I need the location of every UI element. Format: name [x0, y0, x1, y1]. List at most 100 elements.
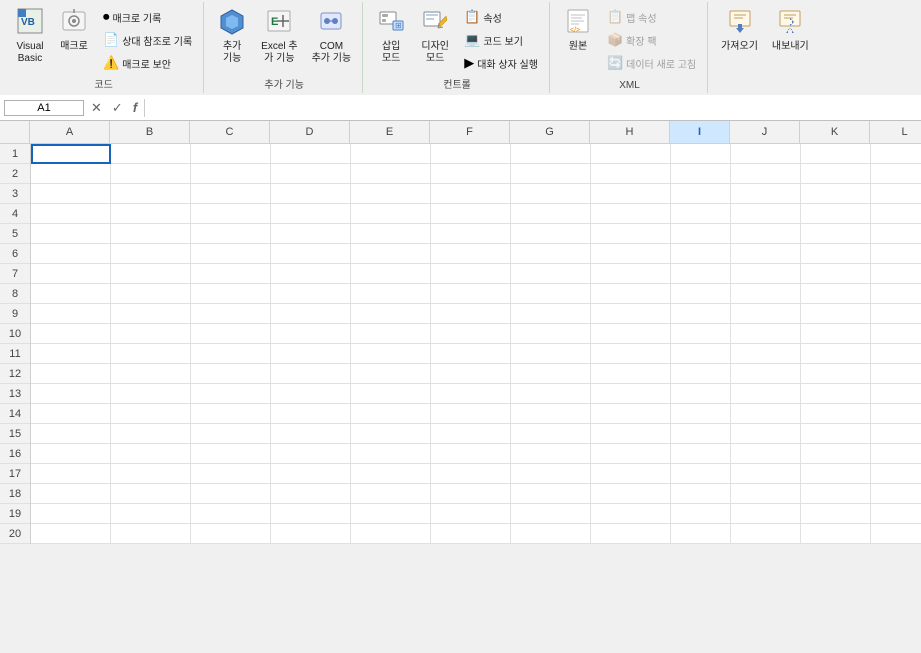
excel-add-button[interactable]: E Excel 추 가 기능	[256, 4, 302, 68]
cell-H7[interactable]	[591, 264, 671, 284]
cell-F4[interactable]	[431, 204, 511, 224]
row-header-8[interactable]: 8	[0, 284, 30, 304]
cell-G16[interactable]	[511, 444, 591, 464]
cell-F12[interactable]	[431, 364, 511, 384]
cell-C12[interactable]	[191, 364, 271, 384]
cell-D4[interactable]	[271, 204, 351, 224]
cell-C8[interactable]	[191, 284, 271, 304]
row-header-6[interactable]: 6	[0, 244, 30, 264]
cell-K3[interactable]	[801, 184, 871, 204]
cell-G19[interactable]	[511, 504, 591, 524]
cell-G4[interactable]	[511, 204, 591, 224]
cell-B3[interactable]	[111, 184, 191, 204]
cell-D6[interactable]	[271, 244, 351, 264]
properties-button[interactable]: 📋 속성	[459, 6, 543, 28]
cell-C10[interactable]	[191, 324, 271, 344]
cell-J12[interactable]	[731, 364, 801, 384]
cell-I11[interactable]	[671, 344, 731, 364]
cell-I10[interactable]	[671, 324, 731, 344]
cell-E6[interactable]	[351, 244, 431, 264]
cell-F6[interactable]	[431, 244, 511, 264]
cell-K12[interactable]	[801, 364, 871, 384]
cell-K7[interactable]	[801, 264, 871, 284]
cell-G14[interactable]	[511, 404, 591, 424]
cell-E1[interactable]	[351, 144, 431, 164]
col-header-c[interactable]: C	[190, 121, 270, 143]
cell-B20[interactable]	[111, 524, 191, 544]
cell-B8[interactable]	[111, 284, 191, 304]
cell-I16[interactable]	[671, 444, 731, 464]
cell-B6[interactable]	[111, 244, 191, 264]
cell-E3[interactable]	[351, 184, 431, 204]
cell-A4[interactable]	[31, 204, 111, 224]
cell-F16[interactable]	[431, 444, 511, 464]
row-header-3[interactable]: 3	[0, 184, 30, 204]
com-add-button[interactable]: COM추가 기능	[307, 4, 357, 68]
row-header-18[interactable]: 18	[0, 484, 30, 504]
confirm-button[interactable]: ✓	[109, 99, 126, 117]
row-header-1[interactable]: 1	[0, 144, 30, 164]
cell-A20[interactable]	[31, 524, 111, 544]
cell-D14[interactable]	[271, 404, 351, 424]
cell-B1[interactable]	[111, 144, 191, 164]
cell-J8[interactable]	[731, 284, 801, 304]
cell-K14[interactable]	[801, 404, 871, 424]
function-button[interactable]: f	[130, 99, 140, 117]
cell-F14[interactable]	[431, 404, 511, 424]
cell-A11[interactable]	[31, 344, 111, 364]
cell-E18[interactable]	[351, 484, 431, 504]
col-header-d[interactable]: D	[270, 121, 350, 143]
cell-A17[interactable]	[31, 464, 111, 484]
cell-J9[interactable]	[731, 304, 801, 324]
cell-I4[interactable]	[671, 204, 731, 224]
cell-L3[interactable]	[871, 184, 921, 204]
cell-F15[interactable]	[431, 424, 511, 444]
cell-C13[interactable]	[191, 384, 271, 404]
cell-I8[interactable]	[671, 284, 731, 304]
cell-H6[interactable]	[591, 244, 671, 264]
cell-G5[interactable]	[511, 224, 591, 244]
dialog-run-button[interactable]: ▶ 대화 상자 실행	[459, 52, 543, 74]
cell-B7[interactable]	[111, 264, 191, 284]
cell-E19[interactable]	[351, 504, 431, 524]
cell-G1[interactable]	[511, 144, 591, 164]
col-header-j[interactable]: J	[730, 121, 800, 143]
cell-E4[interactable]	[351, 204, 431, 224]
row-header-11[interactable]: 11	[0, 344, 30, 364]
row-header-16[interactable]: 16	[0, 444, 30, 464]
cell-C3[interactable]	[191, 184, 271, 204]
insert-ctrl-button[interactable]: ⊞ 삽입모드	[371, 4, 411, 68]
cell-E10[interactable]	[351, 324, 431, 344]
cell-F17[interactable]	[431, 464, 511, 484]
cell-H8[interactable]	[591, 284, 671, 304]
cell-L5[interactable]	[871, 224, 921, 244]
cell-C15[interactable]	[191, 424, 271, 444]
cell-F7[interactable]	[431, 264, 511, 284]
map-props-button[interactable]: 📋 맵 속성	[602, 6, 701, 28]
cell-F1[interactable]	[431, 144, 511, 164]
cell-E20[interactable]	[351, 524, 431, 544]
cell-H20[interactable]	[591, 524, 671, 544]
cell-L18[interactable]	[871, 484, 921, 504]
cell-L8[interactable]	[871, 284, 921, 304]
visual-basic-button[interactable]: VB Visual Basic	[10, 4, 50, 68]
cell-H18[interactable]	[591, 484, 671, 504]
cell-D18[interactable]	[271, 484, 351, 504]
cell-K16[interactable]	[801, 444, 871, 464]
cell-L19[interactable]	[871, 504, 921, 524]
cell-K5[interactable]	[801, 224, 871, 244]
cell-D11[interactable]	[271, 344, 351, 364]
cell-J20[interactable]	[731, 524, 801, 544]
cell-L13[interactable]	[871, 384, 921, 404]
cell-B13[interactable]	[111, 384, 191, 404]
cell-D13[interactable]	[271, 384, 351, 404]
cell-A15[interactable]	[31, 424, 111, 444]
cell-E15[interactable]	[351, 424, 431, 444]
cell-D8[interactable]	[271, 284, 351, 304]
cell-E12[interactable]	[351, 364, 431, 384]
col-header-a[interactable]: A	[30, 121, 110, 143]
cell-H16[interactable]	[591, 444, 671, 464]
cell-I14[interactable]	[671, 404, 731, 424]
cell-J13[interactable]	[731, 384, 801, 404]
cell-J14[interactable]	[731, 404, 801, 424]
